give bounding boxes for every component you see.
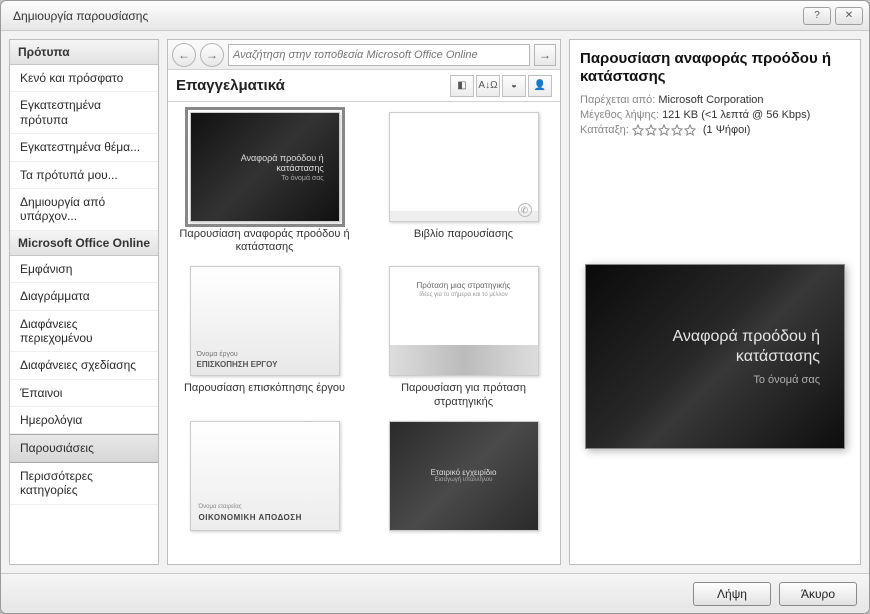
template-gallery[interactable]: Αναφορά προόδου ή κατάστασης Το όνομά σα…: [168, 102, 560, 564]
template-caption: Βιβλίο παρουσίασης: [414, 228, 513, 254]
sidebar-item-blank-recent[interactable]: Κενό και πρόσφατο: [10, 65, 158, 92]
person-icon: 👤: [534, 80, 546, 91]
template-thumbnail: ✆: [389, 112, 539, 222]
close-icon: ✕: [845, 10, 853, 21]
dialog-footer: Λήψη Άκυρο: [1, 573, 869, 613]
download-size-value: 121 KB (<1 λεπτά @ 56 Kbps): [662, 109, 810, 121]
help-icon: ?: [814, 10, 820, 21]
provided-by-row: Παρέχεται από: Microsoft Corporation: [580, 94, 850, 106]
sidebar-item-presentations[interactable]: Παρουσιάσεις: [10, 434, 158, 462]
slide-title: Αναφορά προόδου ή κατάστασης: [586, 327, 820, 365]
close-button[interactable]: ✕: [835, 7, 863, 25]
download-button[interactable]: Λήψη: [693, 582, 771, 606]
thumb-text: ΕΠΙΣΚΟΠΗΣΗ ΕΡΓΟΥ: [197, 360, 333, 369]
template-tile-presentation-book[interactable]: ✆ Βιβλίο παρουσίασης: [373, 112, 554, 254]
sidebar-item-installed-templates[interactable]: Εγκατεστημένα πρότυπα: [10, 92, 158, 134]
template-thumbnail: Αναφορά προόδου ή κατάστασης Το όνομά σα…: [190, 112, 340, 222]
forward-button[interactable]: →: [200, 43, 224, 67]
help-button[interactable]: ?: [803, 7, 831, 25]
sort-button[interactable]: A↓Ω: [476, 75, 500, 97]
rating-stars[interactable]: [632, 124, 696, 136]
sidebar-item-diagrams[interactable]: Διαγράμματα: [10, 283, 158, 310]
template-panel: ← → → Επαγγελματικά ◧ A↓Ω ◒ 👤 Αναφορά πρ…: [167, 39, 561, 565]
search-go-button[interactable]: →: [534, 44, 556, 66]
content-area: Πρότυπα Κενό και πρόσφατο Εγκατεστημένα …: [1, 31, 869, 573]
download-size-row: Μέγεθος λήψης: 121 KB (<1 λεπτά @ 56 Kbp…: [580, 109, 850, 121]
sidebar-item-content-slides[interactable]: Διαφάνειες περιεχομένου: [10, 311, 158, 353]
template-caption: Παρουσίαση αναφοράς προόδου ή κατάστασης: [174, 228, 355, 254]
category-title: Επαγγελματικά: [176, 77, 448, 94]
template-tile-financial-performance[interactable]: Όνομα εταιρείας ΟΙΚΟΝΟΜΙΚΗ ΑΠΟΔΟΣΗ: [174, 421, 355, 563]
category-bar: Επαγγελματικά ◧ A↓Ω ◒ 👤: [168, 70, 560, 102]
thumb-text: Ιδέες για το σήμερα και το μέλλον: [419, 292, 507, 298]
dialog-window: Δημιουργία παρουσίασης ? ✕ Πρότυπα Κενό …: [0, 0, 870, 614]
download-size-label: Μέγεθος λήψης:: [580, 109, 659, 121]
sidebar-item-more-categories[interactable]: Περισσότερες κατηγορίες: [10, 463, 158, 505]
thumb-text: Όνομα έργου: [197, 351, 333, 358]
star-icon: [632, 124, 644, 136]
template-caption: Παρουσίαση επισκόπησης έργου: [184, 382, 345, 408]
star-icon: [658, 124, 670, 136]
thumb-text: Αναφορά προόδου ή: [205, 153, 323, 163]
star-icon: [684, 124, 696, 136]
template-tile-progress-report[interactable]: Αναφορά προόδου ή κατάστασης Το όνομά σα…: [174, 112, 355, 254]
view-icon: ◧: [457, 80, 466, 91]
go-arrow-icon: →: [539, 48, 551, 62]
cancel-button[interactable]: Άκυρο: [779, 582, 857, 606]
search-input[interactable]: [228, 44, 530, 66]
template-tile-strategy-proposal[interactable]: Πρόταση μιας στρατηγικής Ιδέες για το σή…: [373, 266, 554, 408]
preview-body: Αναφορά προόδου ή κατάστασης Το όνομά σα…: [580, 139, 850, 554]
provided-by-value: Microsoft Corporation: [658, 94, 763, 106]
sidebar-header-online: Microsoft Office Online: [10, 231, 158, 256]
filter-icon: ◒: [511, 80, 517, 91]
back-button[interactable]: ←: [172, 43, 196, 67]
sidebar-item-design-slides[interactable]: Διαφάνειες σχεδίασης: [10, 352, 158, 379]
sidebar-item-calendars[interactable]: Ημερολόγια: [10, 407, 158, 434]
preview-panel: Παρουσίαση αναφοράς προόδου ή κατάστασης…: [569, 39, 861, 565]
template-tile-project-overview[interactable]: Όνομα έργου ΕΠΙΣΚΟΠΗΣΗ ΕΡΓΟΥ Παρουσίαση …: [174, 266, 355, 408]
rating-votes: (1 Ψήφοι): [703, 124, 751, 136]
rating-label: Κατάταξη:: [580, 124, 629, 136]
slide-preview: Αναφορά προόδου ή κατάστασης Το όνομά σα…: [585, 264, 845, 449]
preview-title: Παρουσίαση αναφοράς προόδου ή κατάστασης: [580, 50, 850, 86]
arrow-right-icon: →: [206, 48, 218, 62]
star-icon: [671, 124, 683, 136]
nav-bar: ← → →: [168, 40, 560, 70]
sidebar-header-templates: Πρότυπα: [10, 40, 158, 65]
sidebar-item-my-templates[interactable]: Τα πρότυπά μου...: [10, 162, 158, 189]
user-submissions-button[interactable]: 👤: [528, 75, 552, 97]
sidebar-item-awards[interactable]: Έπαινοι: [10, 380, 158, 407]
thumb-text: Εταιρικό εγχειρίδιο: [431, 468, 497, 477]
thumb-text: κατάστασης: [205, 163, 323, 173]
sidebar-item-installed-themes[interactable]: Εγκατεστημένα θέμα...: [10, 134, 158, 161]
sidebar-item-new-from-existing[interactable]: Δημιουργία από υπάρχον...: [10, 189, 158, 231]
template-tile-corporate-handbook[interactable]: Εταιρικό εγχειρίδιο Εισαγωγή υπαλλήλου: [373, 421, 554, 563]
star-icon: [645, 124, 657, 136]
sidebar: Πρότυπα Κενό και πρόσφατο Εγκατεστημένα …: [9, 39, 159, 565]
template-thumbnail: Όνομα έργου ΕΠΙΣΚΟΠΗΣΗ ΕΡΓΟΥ: [190, 266, 340, 376]
thumb-text: Όνομα εταιρείας: [199, 504, 331, 510]
window-title: Δημιουργία παρουσίασης: [13, 9, 799, 23]
template-thumbnail: Πρόταση μιας στρατηγικής Ιδέες για το σή…: [389, 266, 539, 376]
sidebar-item-featured[interactable]: Εμφάνιση: [10, 256, 158, 283]
filter-button[interactable]: ◒: [502, 75, 526, 97]
titlebar: Δημιουργία παρουσίασης ? ✕: [1, 1, 869, 31]
thumb-text: ΟΙΚΟΝΟΜΙΚΗ ΑΠΟΔΟΣΗ: [199, 513, 331, 522]
provided-by-label: Παρέχεται από:: [580, 94, 655, 106]
view-toggle-button[interactable]: ◧: [450, 75, 474, 97]
thumb-text: Εισαγωγή υπαλλήλου: [435, 477, 493, 483]
thumb-text: Πρόταση μιας στρατηγικής: [417, 281, 511, 290]
arrow-left-icon: ←: [178, 48, 190, 62]
template-thumbnail: Εταιρικό εγχειρίδιο Εισαγωγή υπαλλήλου: [389, 421, 539, 531]
slide-subtitle: Το όνομά σας: [753, 374, 820, 386]
rating-row: Κατάταξη: (1 Ψήφοι): [580, 124, 850, 136]
phone-icon: ✆: [518, 203, 532, 217]
template-thumbnail: Όνομα εταιρείας ΟΙΚΟΝΟΜΙΚΗ ΑΠΟΔΟΣΗ: [190, 421, 340, 531]
template-caption: Παρουσίαση για πρόταση στρατηγικής: [373, 382, 554, 408]
sort-icon: A↓Ω: [478, 80, 497, 91]
thumb-text: Το όνομά σας: [205, 175, 323, 182]
